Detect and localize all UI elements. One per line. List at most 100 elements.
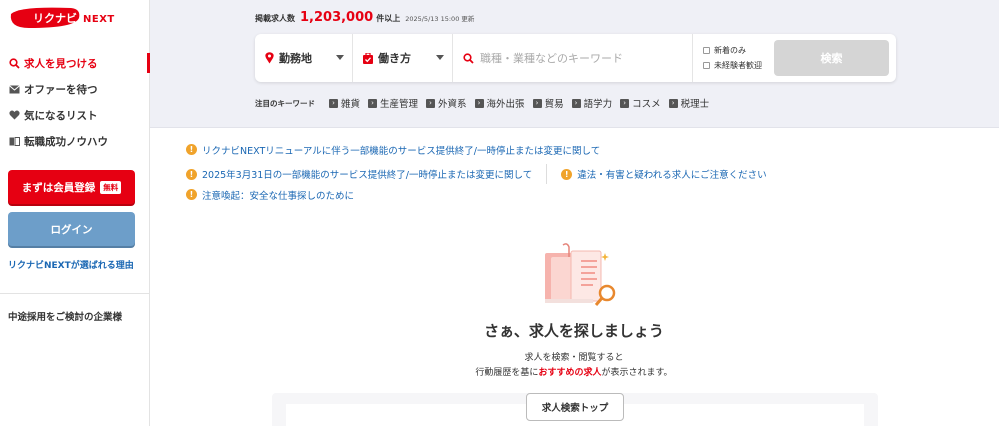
login-button[interactable]: ログイン [8, 212, 135, 246]
workstyle-select[interactable]: 働き方 [353, 34, 453, 82]
chevron-right-icon: › [620, 98, 630, 108]
notice-row: ! 2025年3月31日の一部機能のサービス提供終了/一時停止または変更に関して… [186, 164, 767, 184]
search-button[interactable]: 検索 [774, 40, 889, 76]
heart-icon [9, 110, 20, 121]
featured-keywords-title: 注目のキーワード [255, 98, 315, 108]
keyword-tag-label: コスメ [632, 99, 661, 110]
checkbox-box[interactable] [703, 62, 710, 69]
keyword-tag-label: 外資系 [438, 99, 467, 110]
job-count: 掲載求人数 1,203,000 件以上 2025/5/13 15:00 更新 [255, 10, 474, 25]
search-icon [463, 49, 474, 68]
job-search-top-button[interactable]: 求人検索トップ [526, 393, 624, 421]
job-count-value: 1,203,000 [300, 10, 374, 25]
notice-item[interactable]: ! 注意喚起：安全な仕事探しのために [186, 188, 767, 202]
location-label: 勤務地 [279, 52, 312, 65]
workstyle-label: 働き方 [378, 52, 411, 65]
sidebar-item-knowhow[interactable]: 転職成功ノウハウ [0, 128, 150, 154]
empty-state-line1: 求人を検索・閲覧すると [524, 353, 624, 363]
chevron-right-icon: › [571, 98, 581, 108]
sidebar-nav: 求人を見つける オファーを待つ 気になるリスト 転職成功ノウハウ [0, 50, 150, 154]
why-chosen-link[interactable]: リクナビNEXTが選ばれる理由 [8, 258, 134, 271]
updated-timestamp: 2025/5/13 15:00 更新 [405, 15, 475, 23]
register-button-label: まずは会員登録 [21, 181, 96, 194]
empty-state-text: が表示されます。 [601, 368, 673, 378]
keyword-tag[interactable]: › 語学力 [571, 96, 613, 110]
sidebar-item-label: オファーを待つ [24, 83, 98, 96]
location-select[interactable]: 勤務地 [255, 34, 353, 82]
register-button[interactable]: まずは会員登録 無料 [8, 170, 135, 204]
alert-icon: ! [186, 168, 197, 180]
notice-item[interactable]: ! 2025年3月31日の一部機能のサービス提供終了/一時停止または変更に関して [186, 168, 532, 181]
filter-checkboxes: 新着のみ 未経験者歓迎 [703, 43, 762, 73]
job-count-label: 掲載求人数 [255, 14, 295, 23]
keyword-tag-label: 生産管理 [380, 99, 419, 110]
chevron-right-icon: › [329, 98, 338, 108]
keyword-tag[interactable]: › 税理士 [668, 96, 710, 110]
search-icon [9, 57, 20, 69]
chevron-right-icon: › [368, 98, 378, 108]
alert-icon: ! [561, 168, 573, 180]
empty-state-line2: 行動履歴を基におすすめの求人が表示されます。 [149, 366, 999, 381]
keyword-tag-label: 語学力 [583, 99, 613, 110]
notice-list: ! リクナビNEXTリニューアルに伴う一部機能のサービス提供終了/一時停止または… [186, 143, 767, 209]
inexperienced-welcome-checkbox[interactable]: 未経験者歓迎 [703, 58, 762, 73]
keyword-tag-label: 税理士 [680, 99, 710, 110]
checkbox-label: 未経験者歓迎 [714, 61, 762, 70]
empty-state-text: 行動履歴を基に [475, 368, 539, 378]
checkbox-label: 新着のみ [714, 46, 746, 55]
job-count-suffix: 件以上 [376, 14, 401, 23]
book-icon [9, 136, 20, 147]
keyword-field[interactable] [453, 34, 693, 82]
empty-state-description: 求人を検索・閲覧すると 行動履歴を基におすすめの求人が表示されます。 [149, 351, 999, 381]
new-only-checkbox[interactable]: 新着のみ [703, 43, 762, 58]
svg-text:NEXT: NEXT [83, 14, 115, 25]
free-badge: 無料 [100, 180, 122, 194]
pin-icon [265, 49, 274, 68]
chevron-down-icon [436, 55, 444, 60]
empty-state-title: さぁ、求人を探しましょう [484, 322, 664, 340]
featured-keywords: 注目のキーワード › 雑貨 › 生産管理 › 外資系 › 海外出張 › 貿易 › 語学力 ›… [255, 96, 717, 110]
keyword-tag[interactable]: › 生産管理 [368, 96, 418, 110]
keyword-tag-label: 雑貨 [341, 99, 361, 110]
sidebar-item-label: 求人を見つける [24, 57, 98, 70]
sidebar-divider [0, 293, 150, 294]
checkbox-box[interactable] [703, 47, 710, 54]
sidebar-item-find-jobs[interactable]: 求人を見つける [0, 50, 150, 76]
keyword-input[interactable] [480, 51, 680, 65]
chevron-right-icon: › [426, 98, 436, 108]
sidebar-item-label: 転職成功ノウハウ [24, 135, 108, 148]
alert-icon: ! [186, 189, 197, 200]
notice-text: 注意喚起：安全な仕事探しのために [202, 190, 355, 202]
chevron-right-icon: › [532, 98, 542, 108]
sidebar: リクナビ NEXT 求人を見つける オファーを待つ 気になるリスト 転職成功ノウ… [0, 0, 150, 426]
keyword-tag-label: 海外出張 [486, 99, 525, 110]
chevron-down-icon [336, 55, 344, 60]
keyword-tag[interactable]: › 貿易 [532, 96, 564, 110]
recommended-highlight: おすすめの求人 [538, 368, 602, 378]
rikunabi-logo[interactable]: リクナビ NEXT [9, 6, 133, 30]
briefcase-icon [363, 49, 373, 68]
notice-text: リクナビNEXTリニューアルに伴う一部機能のサービス提供終了/一時停止または変更… [202, 145, 601, 157]
keyword-tag[interactable]: › 外資系 [426, 96, 467, 110]
keyword-tag[interactable]: › コスメ [620, 96, 661, 110]
for-companies-link[interactable]: 中途採用をご検討の企業様 [8, 309, 122, 323]
search-bar: 勤務地 働き方 新着のみ 未経験者歓迎 検索 [255, 34, 896, 82]
notice-item[interactable]: ! リクナビNEXTリニューアルに伴う一部機能のサービス提供終了/一時停止または… [186, 143, 767, 157]
mail-icon [9, 84, 20, 95]
chevron-right-icon: › [668, 98, 678, 108]
sidebar-item-label: 気になるリスト [24, 109, 98, 122]
notice-text: 2025年3月31日の一部機能のサービス提供終了/一時停止または変更に関して [202, 170, 533, 181]
job-search-illustration [541, 243, 621, 309]
notice-divider [546, 164, 548, 184]
sidebar-item-offers[interactable]: オファーを待つ [0, 76, 150, 102]
sidebar-item-favorites[interactable]: 気になるリスト [0, 102, 150, 128]
notice-item[interactable]: ! 違法・有害と疑われる求人にご注意ください [561, 168, 767, 181]
keyword-tag[interactable]: › 雑貨 [329, 96, 360, 110]
search-header: 掲載求人数 1,203,000 件以上 2025/5/13 15:00 更新 勤… [150, 0, 999, 128]
alert-icon: ! [186, 144, 197, 155]
keyword-tag-label: 貿易 [544, 99, 564, 110]
notice-text: 違法・有害と疑われる求人にご注意ください [577, 170, 767, 181]
svg-text:リクナビ: リクナビ [33, 11, 77, 25]
keyword-tag[interactable]: › 海外出張 [474, 96, 525, 110]
chevron-right-icon: › [474, 98, 484, 108]
